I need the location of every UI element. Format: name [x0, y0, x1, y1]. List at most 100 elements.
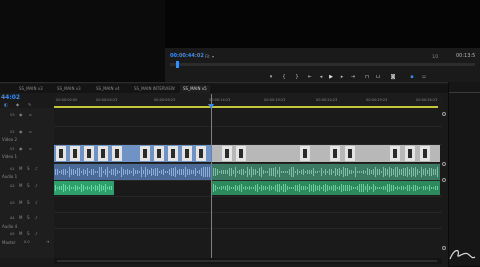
track-label-a1[interactable]: A1 [10, 167, 15, 171]
waveform-sample [55, 184, 56, 192]
in-icon[interactable]: { [281, 74, 287, 80]
program-monitor-video[interactable] [165, 0, 480, 48]
track-label-a2[interactable]: A2 [10, 184, 15, 188]
current-timecode[interactable]: 00:00:44:02 [170, 53, 204, 59]
go-to-in-icon[interactable]: ⇤ [307, 74, 313, 80]
horizontal-scroll-thumb[interactable] [57, 260, 437, 262]
scroll-knob[interactable] [442, 246, 446, 250]
go-to-end-icon[interactable]: ⇥ [46, 239, 49, 244]
extract-icon[interactable]: ⊔ [375, 74, 381, 80]
timeline-playhead[interactable] [211, 94, 213, 258]
play-icon[interactable]: ▶ [328, 74, 334, 80]
go-to-out-icon[interactable]: ⇥ [350, 74, 356, 80]
monitor-playhead[interactable] [176, 61, 180, 68]
mute-icon[interactable]: M [19, 200, 22, 205]
track-label-a4[interactable]: A4 [10, 216, 15, 220]
mic-icon[interactable]: ♪ [35, 166, 38, 171]
linked-selection-icon[interactable]: ◆ [16, 102, 19, 107]
waveform-sample [67, 186, 68, 190]
waveform-sample [105, 184, 106, 192]
track-label-a5[interactable]: A5 [10, 232, 15, 236]
scroll-knob[interactable] [442, 162, 446, 166]
lock-icon[interactable]: ▫ [29, 146, 32, 151]
marker-icon[interactable]: ▾ [268, 74, 274, 80]
waveform-sample [433, 187, 434, 189]
waveform-sample [359, 171, 360, 173]
waveform-sample [359, 183, 360, 193]
mic-icon[interactable]: ♪ [35, 200, 38, 205]
solo-icon[interactable]: S [27, 166, 30, 171]
waveform-sample [339, 167, 340, 177]
mic-icon[interactable]: ♪ [35, 183, 38, 188]
horizontal-scrollbar[interactable] [54, 258, 442, 264]
out-icon[interactable]: } [294, 74, 300, 80]
tab-sequence-3[interactable]: SS_MAIN v4 [93, 85, 123, 93]
waveform-sample [423, 168, 424, 176]
solo-icon[interactable]: S [27, 215, 30, 220]
timeline-timecode[interactable]: 44:02 [1, 94, 20, 101]
waveform-sample [291, 186, 292, 190]
step-forward-icon[interactable]: ▸ [339, 74, 345, 80]
lock-icon[interactable]: ▫ [29, 112, 32, 117]
waveform-sample [291, 167, 292, 177]
waveform-sample [379, 169, 380, 175]
toggle-output-icon[interactable]: ◉ [19, 146, 23, 151]
waveform-sample [237, 171, 238, 173]
tab-sequence-4[interactable]: SS_MAIN INTERVIEW [131, 85, 178, 93]
mic-icon[interactable]: ♪ [35, 215, 38, 220]
toggle-output-icon[interactable]: ◉ [19, 129, 23, 134]
waveform-sample [239, 185, 240, 191]
waveform-sample [361, 170, 362, 174]
waveform-sample [387, 169, 388, 175]
track-label-v2[interactable]: V2 [10, 130, 15, 134]
mic-icon[interactable]: ♪ [35, 231, 38, 236]
waveform-sample [149, 170, 150, 174]
settings-icon[interactable]: ▪ [409, 74, 415, 80]
track-label-a3[interactable]: A3 [10, 201, 15, 205]
mute-icon[interactable]: M [19, 183, 22, 188]
waveform-sample [83, 169, 84, 175]
resolution-dropdown[interactable]: 1/2 [432, 54, 438, 59]
waveform-sample [417, 169, 418, 175]
waveform-sample [301, 170, 302, 174]
snap-icon[interactable]: ◧ [4, 102, 8, 107]
chevron-down-icon[interactable]: ▾ [212, 54, 214, 59]
scroll-knob[interactable] [442, 112, 446, 116]
mute-icon[interactable]: M [19, 166, 22, 171]
tab-sequence-2[interactable]: SS_MAIN v3 [54, 85, 84, 93]
master-volume-value[interactable]: 0.0 [24, 240, 30, 244]
work-area-bar[interactable] [54, 106, 438, 108]
tab-sequence-1[interactable]: SS_MAIN v3 [16, 85, 46, 93]
mute-icon[interactable]: M [19, 215, 22, 220]
monitor-scrub-bar[interactable] [170, 63, 475, 66]
waveform-sample [79, 168, 80, 176]
step-back-icon[interactable]: ◂ [318, 74, 324, 80]
waveform-sample [245, 171, 246, 173]
clip-thumbnail [236, 146, 246, 161]
track-label-v3[interactable]: V3 [10, 113, 15, 117]
comparison-icon[interactable]: ▫ [421, 74, 427, 80]
waveform-sample [137, 169, 138, 175]
toggle-output-icon[interactable]: ◉ [19, 112, 23, 117]
track-label-v1[interactable]: V1 [10, 147, 15, 151]
vertical-scrollbar[interactable] [442, 108, 446, 258]
fit-dropdown[interactable]: Fit [205, 54, 210, 59]
lock-icon[interactable]: ▫ [29, 129, 32, 134]
waveform-sample [215, 168, 216, 176]
waveform-sample [395, 187, 396, 189]
solo-icon[interactable]: S [27, 231, 30, 236]
waveform-sample [247, 166, 248, 178]
waveform-sample [307, 169, 308, 175]
solo-icon[interactable]: S [27, 200, 30, 205]
lift-icon[interactable]: ⊓ [364, 74, 370, 80]
waveform-sample [269, 167, 270, 177]
waveform-sample [119, 170, 120, 174]
mute-icon[interactable]: M [19, 231, 22, 236]
playhead-handle[interactable] [208, 104, 215, 109]
solo-icon[interactable]: S [27, 183, 30, 188]
wrench-icon[interactable]: ✎ [28, 102, 31, 107]
export-frame-icon[interactable]: ◙ [390, 74, 396, 80]
waveform-sample [283, 183, 284, 193]
scroll-knob[interactable] [442, 178, 446, 182]
waveform-sample [343, 166, 344, 178]
